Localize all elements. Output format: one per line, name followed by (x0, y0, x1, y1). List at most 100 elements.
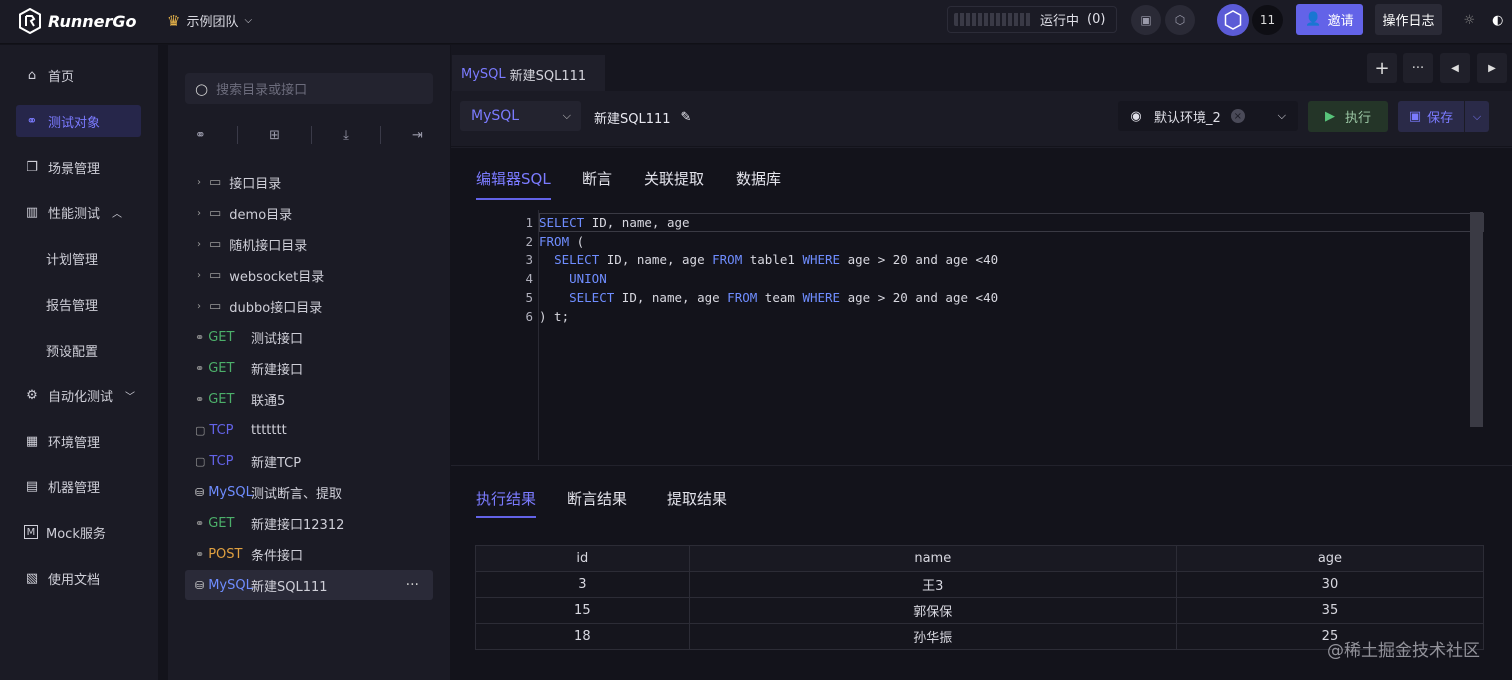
running-status[interactable]: 运行中 (0) (947, 6, 1117, 33)
code-line: ) t; (539, 308, 570, 324)
sidebar-item-mock[interactable]: M Mock服务 (16, 516, 141, 548)
cell: 18 (475, 623, 690, 650)
sidebar-item-automation[interactable]: ⚙ 自动化测试 ﹀ (16, 379, 141, 411)
method-badge: ⚭ GET (195, 516, 251, 531)
tree-api-item[interactable]: ▢ TCP 新建TCP (185, 446, 433, 476)
moon-icon[interactable]: ◐ (1492, 13, 1503, 28)
sidebar-item-docs[interactable]: ▧ 使用文档 (16, 562, 141, 594)
plus-icon[interactable]: + (1367, 53, 1397, 83)
method-label: MySQL (208, 577, 253, 593)
tcp-icon: ▢ (195, 423, 206, 437)
api-name: ttttttt (251, 422, 287, 438)
sidebar-item-plans[interactable]: 计划管理 (16, 242, 141, 274)
db-type-select[interactable]: MySQL ⌵ (460, 101, 581, 131)
tree-search-input[interactable]: ○ 搜索目录或接口 (185, 73, 433, 104)
tab-assertions[interactable]: 断言 (582, 168, 612, 200)
folder-icon: ▭ (209, 298, 222, 314)
code-line: UNION (569, 271, 607, 287)
method-badge: ▢ TCP (195, 454, 251, 469)
run-button[interactable]: ▶ 执行 (1308, 101, 1388, 132)
more-icon[interactable]: ··· (406, 577, 419, 593)
sidebar-item-reports[interactable]: 报告管理 (16, 288, 141, 320)
column-header: name (688, 545, 1177, 572)
sun-icon[interactable]: ☼ (1464, 13, 1476, 28)
method-label: GET (208, 329, 235, 345)
method-label: TCP (209, 422, 234, 438)
api-name: 新建接口12312 (251, 517, 345, 533)
edit-icon[interactable]: ✎ (681, 110, 692, 125)
prev-tab-icon[interactable]: ◀ (1440, 53, 1470, 83)
sidebar-item-scenes[interactable]: ❐ 场景管理 (16, 151, 141, 183)
chevron-down-icon: ﹀ (125, 391, 136, 403)
tree-api-item[interactable]: ▢ TCP ttttttt (185, 415, 433, 445)
eye-icon[interactable]: ◉ (1118, 109, 1154, 124)
operation-log-button[interactable]: 操作日志 (1375, 4, 1442, 35)
tree-api-item[interactable]: ⚭ GET 新建接口12312 (185, 508, 433, 538)
sidebar-item-environments[interactable]: ▦ 环境管理 (16, 425, 141, 457)
method-label: GET (208, 360, 235, 376)
avatar[interactable] (1217, 4, 1249, 36)
folder-label: websocket目录 (229, 269, 325, 285)
tree-api-item[interactable]: ⚭ POST 条件接口 (185, 539, 433, 569)
add-api-icon[interactable]: ⚭ (195, 128, 206, 143)
tree-api-item[interactable]: ⚭ GET 测试接口 (185, 322, 433, 352)
import-icon[interactable]: ⤓ (343, 128, 349, 143)
tree-folder[interactable]: › ▭ websocket目录 (185, 260, 433, 290)
tab-extract[interactable]: 关联提取 (644, 168, 704, 200)
save-button[interactable]: ▣ 保存 ⌵ (1398, 101, 1489, 132)
method-badge: ⛁ MySQL (195, 485, 253, 500)
chevron-down-icon: ⌵ (1277, 109, 1286, 122)
cube-icon[interactable]: ⬡ (1165, 5, 1195, 35)
next-tab-icon[interactable]: ▶ (1477, 53, 1507, 83)
tab-assert-result[interactable]: 断言结果 (567, 488, 627, 518)
team-switcher[interactable]: ♛ 示例团队 ⌵ (167, 11, 252, 31)
theme-toggle[interactable]: ☼ ◐ (1455, 6, 1512, 34)
sidebar-item-performance[interactable]: ▥ 性能测试 ︿ (16, 196, 141, 228)
tab-extract-result[interactable]: 提取结果 (667, 488, 727, 518)
sidebar-item-home[interactable]: ⌂ 首页 (16, 59, 141, 91)
tab-sql-editor[interactable]: 编辑器SQL (476, 168, 551, 200)
tree-folder[interactable]: › ▭ 随机接口目录 (185, 229, 433, 259)
tab-strip: MySQL 新建SQL111 + ··· ◀ ▶ (451, 45, 1512, 91)
save-dropdown-icon[interactable]: ⌵ (1464, 101, 1489, 132)
database-icon: ⛁ (195, 578, 205, 592)
folder-icon: ▭ (209, 236, 222, 252)
member-count[interactable]: 11 (1252, 5, 1283, 35)
sidebar-item-label: 场景管理 (48, 161, 101, 177)
method-label: GET (208, 391, 235, 407)
tree-folder[interactable]: › ▭ dubbo接口目录 (185, 291, 433, 321)
api-name: 新建接口 (251, 362, 304, 378)
editor-scrollbar[interactable] (1470, 212, 1483, 427)
tab-sql[interactable]: MySQL 新建SQL111 (452, 55, 605, 91)
sidebar-item-presets[interactable]: 预设配置 (16, 334, 141, 366)
environment-select[interactable]: ◉ 默认环境_2 × ⌵ (1118, 101, 1298, 131)
top-bar: RunnerGo ♛ 示例团队 ⌵ 运行中 (0) ▣ ⬡ 11 👤 邀请 操作… (0, 0, 1512, 44)
tab-exec-result[interactable]: 执行结果 (476, 488, 537, 518)
tree-api-item[interactable]: ⛁ MySQL 测试断言、提取 (185, 477, 433, 507)
sidebar-item-test-objects[interactable]: ⚭ 测试对象 (16, 105, 141, 137)
more-icon[interactable]: ··· (1403, 53, 1433, 83)
table-row: 15 郭保保 35 (475, 597, 1485, 624)
tree-api-item[interactable]: ⛁ MySQL 新建SQL111 ··· (185, 570, 433, 600)
dashboard-icon[interactable]: ▣ (1131, 5, 1161, 35)
database-icon: ⛁ (195, 485, 205, 499)
tree-api-item[interactable]: ⚭ GET 新建接口 (185, 353, 433, 383)
invite-button[interactable]: 👤 邀请 (1296, 4, 1363, 35)
tab-database[interactable]: 数据库 (736, 168, 781, 200)
invite-label: 邀请 (1327, 14, 1354, 29)
link-icon: ⚭ (195, 392, 205, 406)
sql-editor[interactable]: 123456 SELECT ID, name, age FROM ( SELECT… (451, 200, 1512, 464)
crown-icon: ♛ (167, 11, 181, 30)
tree-folder[interactable]: › ▭ demo目录 (185, 198, 433, 228)
sidebar-item-machines[interactable]: ▤ 机器管理 (16, 470, 141, 502)
tree-folder[interactable]: › ▭ 接口目录 (185, 167, 433, 197)
app-logo[interactable]: RunnerGo (18, 8, 136, 34)
method-badge: ▢ TCP (195, 423, 251, 438)
chevron-up-icon: ︿ (112, 208, 123, 220)
add-folder-icon[interactable]: ⊞ (269, 128, 280, 143)
code-content[interactable]: SELECT ID, name, age FROM ( SELECT ID, na… (539, 214, 998, 326)
clear-icon[interactable]: × (1230, 109, 1245, 123)
running-label: 运行中 (1040, 14, 1080, 29)
tree-api-item[interactable]: ⚭ GET 联通5 (185, 384, 433, 414)
collapse-icon[interactable]: ⇥ (412, 128, 423, 143)
